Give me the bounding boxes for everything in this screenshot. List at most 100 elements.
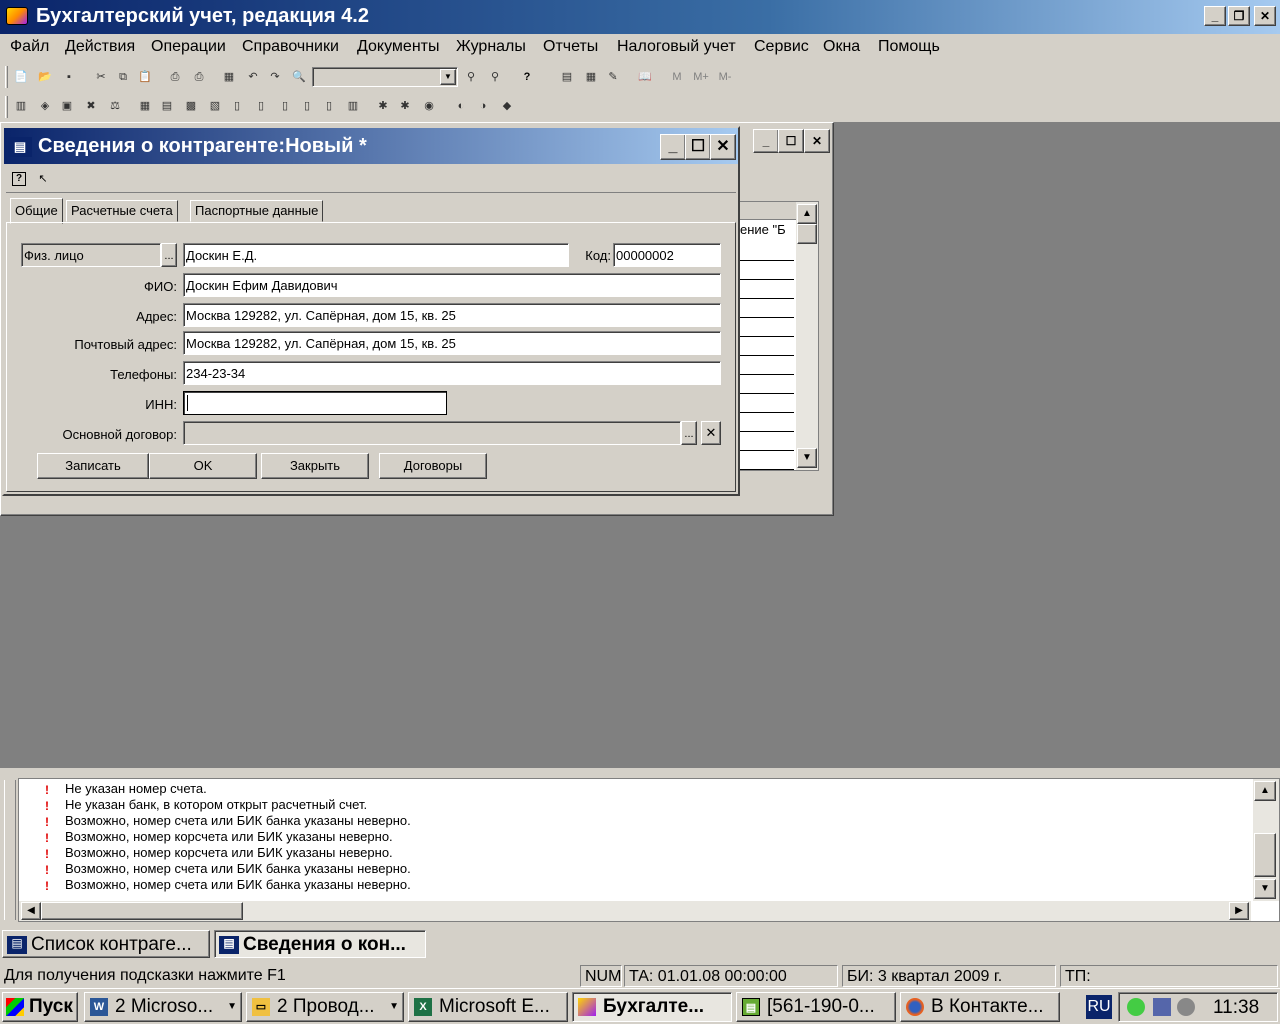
- menu-tax[interactable]: Налоговый учет: [617, 38, 736, 56]
- list-close-button[interactable]: ✕: [804, 129, 830, 153]
- find-icon[interactable]: 🔍: [290, 68, 308, 86]
- dialog-minimize-button[interactable]: _: [660, 134, 686, 160]
- copy-icon[interactable]: ⧉: [114, 68, 132, 86]
- toolbar-grip[interactable]: [5, 96, 8, 118]
- tab-passport[interactable]: Паспортные данные: [190, 200, 324, 222]
- message-hscrollbar[interactable]: ◀ ▶: [19, 901, 1251, 921]
- web-icon-3[interactable]: ◆: [498, 97, 516, 115]
- transactions-icon[interactable]: ✖: [82, 97, 100, 115]
- close-dialog-button[interactable]: Закрыть: [261, 453, 369, 479]
- scroll-up-icon[interactable]: ▲: [797, 204, 817, 224]
- short-name-field[interactable]: Доскин Е.Д.: [183, 243, 569, 267]
- tray-speaker-icon[interactable]: [1177, 998, 1195, 1016]
- tab-bank-accounts[interactable]: Расчетные счета: [66, 200, 178, 222]
- window-tab-counterparty-list[interactable]: ▤ Список контраге...: [2, 930, 210, 958]
- doc-icon-2[interactable]: ▯: [252, 97, 270, 115]
- operation-icon[interactable]: ◈: [36, 97, 54, 115]
- memory-plus-button[interactable]: M+: [690, 68, 712, 86]
- menu-file[interactable]: Файл: [10, 38, 49, 56]
- menu-service[interactable]: Сервис: [754, 38, 809, 56]
- calculator-icon[interactable]: ▤: [558, 68, 576, 86]
- message-window-grip[interactable]: [4, 780, 16, 920]
- taskbar-excel[interactable]: X Microsoft E...: [408, 992, 568, 1022]
- scroll-right-icon[interactable]: ▶: [1229, 902, 1249, 920]
- report-icon[interactable]: ▥: [344, 97, 362, 115]
- replace-icon[interactable]: ⚲: [486, 68, 504, 86]
- tax-icon-1[interactable]: ✱: [374, 97, 392, 115]
- new-icon[interactable]: 📄: [12, 68, 30, 86]
- chevron-down-icon[interactable]: ▼: [440, 69, 456, 85]
- close-button[interactable]: ✕: [1254, 6, 1276, 26]
- cut-icon[interactable]: ✂: [92, 68, 110, 86]
- help-question-icon[interactable]: ?: [12, 172, 26, 186]
- menu-operations[interactable]: Операции: [151, 38, 226, 56]
- list-scrollbar[interactable]: ▲ ▼: [796, 202, 818, 470]
- inn-field[interactable]: [183, 391, 447, 415]
- memory-button[interactable]: M: [668, 68, 686, 86]
- find-next-icon[interactable]: ⚲: [462, 68, 480, 86]
- taskbar-word[interactable]: W 2 Microso... ▼: [84, 992, 242, 1022]
- dialog-maximize-button[interactable]: ☐: [685, 134, 711, 160]
- list-minimize-button[interactable]: _: [753, 129, 779, 153]
- phones-field[interactable]: 234-23-34: [183, 361, 721, 385]
- code-field[interactable]: 00000002: [613, 243, 721, 267]
- counterparty-type-field[interactable]: Физ. лицо: [21, 243, 161, 267]
- fio-field[interactable]: Доскин Ефим Давидович: [183, 273, 721, 297]
- window-tab-counterparty-details[interactable]: ▤ Сведения о кон...: [214, 930, 426, 958]
- taskbar-buh[interactable]: Бухгалте...: [572, 992, 732, 1022]
- chart-of-accounts-icon[interactable]: ▥: [12, 97, 30, 115]
- postal-address-field[interactable]: Москва 129282, ул. Сапёрная, дом 15, кв.…: [183, 331, 721, 355]
- paste-icon[interactable]: 📋: [136, 68, 154, 86]
- scroll-thumb[interactable]: [797, 224, 817, 244]
- menu-reports[interactable]: Отчеты: [543, 38, 598, 56]
- address-field[interactable]: Москва 129282, ул. Сапёрная, дом 15, кв.…: [183, 303, 721, 327]
- taskbar-doc[interactable]: ▤ [561-190-0...: [736, 992, 896, 1022]
- doc-icon-4[interactable]: ▯: [298, 97, 316, 115]
- balance-icon[interactable]: ⚖: [106, 97, 124, 115]
- print-icon[interactable]: ⎙: [166, 68, 184, 86]
- calendar-icon[interactable]: ▦: [582, 68, 600, 86]
- open-icon[interactable]: 📂: [36, 68, 54, 86]
- menu-help[interactable]: Помощь: [878, 38, 940, 56]
- book-icon[interactable]: 📖: [636, 68, 654, 86]
- save-icon[interactable]: ▪: [60, 68, 78, 86]
- search-combo[interactable]: ▼: [312, 67, 458, 87]
- scroll-down-icon[interactable]: ▼: [1254, 879, 1276, 899]
- save-button[interactable]: Записать: [37, 453, 149, 479]
- ref-icon-4[interactable]: ▧: [206, 97, 224, 115]
- list-grid[interactable]: ение "Б ▲ ▼: [739, 201, 819, 471]
- toolbar-grip[interactable]: [5, 66, 8, 88]
- print-preview-icon[interactable]: ⎙: [190, 68, 208, 86]
- tray-network-icon[interactable]: [1153, 998, 1171, 1016]
- undo-icon[interactable]: ↶: [244, 68, 262, 86]
- message-vscrollbar[interactable]: ▲ ▼: [1253, 779, 1279, 901]
- scroll-left-icon[interactable]: ◀: [21, 902, 41, 920]
- ellipsis-icon[interactable]: ...: [161, 243, 177, 267]
- contracts-button[interactable]: Договоры: [379, 453, 487, 479]
- taskbar-firefox[interactable]: В Контакте...: [900, 992, 1060, 1022]
- list-maximize-button[interactable]: ☐: [778, 129, 804, 153]
- message-list[interactable]: ! ! ! ! ! ! ! Не указан номер счета. Не …: [18, 778, 1280, 922]
- language-indicator[interactable]: RU: [1086, 995, 1112, 1019]
- doc-icon-5[interactable]: ▯: [320, 97, 338, 115]
- scroll-up-icon[interactable]: ▲: [1254, 781, 1276, 801]
- scroll-thumb[interactable]: [1254, 833, 1276, 877]
- doc-icon-3[interactable]: ▯: [276, 97, 294, 115]
- menu-directories[interactable]: Справочники: [242, 38, 339, 56]
- help-icon[interactable]: ?: [518, 68, 536, 86]
- restore-button[interactable]: ❐: [1228, 6, 1250, 26]
- ref-icon-3[interactable]: ▩: [182, 97, 200, 115]
- start-button[interactable]: Пуск: [2, 992, 78, 1022]
- redo-icon[interactable]: ↷: [266, 68, 284, 86]
- contract-ellipsis-icon[interactable]: ...: [681, 421, 697, 445]
- menu-journals[interactable]: Журналы: [456, 38, 526, 56]
- ok-button[interactable]: OK: [149, 453, 257, 479]
- memory-minus-button[interactable]: M-: [714, 68, 736, 86]
- taskbar-explorer[interactable]: ▭ 2 Провод... ▼: [246, 992, 404, 1022]
- main-contract-field[interactable]: [183, 421, 681, 445]
- web-icon-1[interactable]: ◐: [452, 97, 470, 115]
- ref-icon-2[interactable]: ▤: [158, 97, 176, 115]
- journal-icon[interactable]: ▣: [58, 97, 76, 115]
- web-icon-2[interactable]: ◑: [474, 97, 492, 115]
- tray-icq-icon[interactable]: [1127, 998, 1145, 1016]
